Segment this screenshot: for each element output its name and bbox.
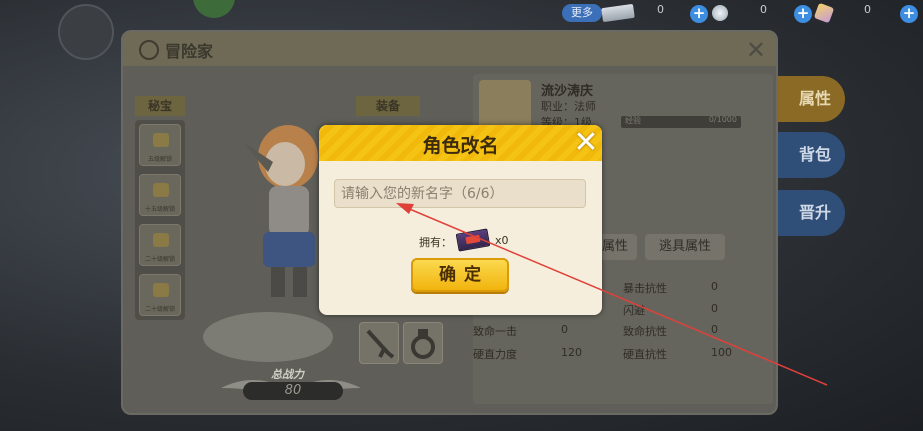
close-icon[interactable]: ✕ bbox=[571, 128, 601, 158]
own-label: 拥有： bbox=[419, 236, 452, 249]
rename-card-mark bbox=[465, 234, 481, 245]
dialog-header: 角色改名 bbox=[319, 125, 602, 161]
confirm-button[interactable]: 确定 bbox=[411, 258, 509, 292]
new-name-input[interactable] bbox=[334, 179, 586, 208]
dialog-title: 角色改名 bbox=[422, 135, 499, 157]
rename-dialog: 角色改名 ✕ 拥有： x0 确定 bbox=[319, 125, 602, 315]
rename-card-icon bbox=[455, 228, 491, 252]
own-count: x0 bbox=[495, 234, 509, 247]
